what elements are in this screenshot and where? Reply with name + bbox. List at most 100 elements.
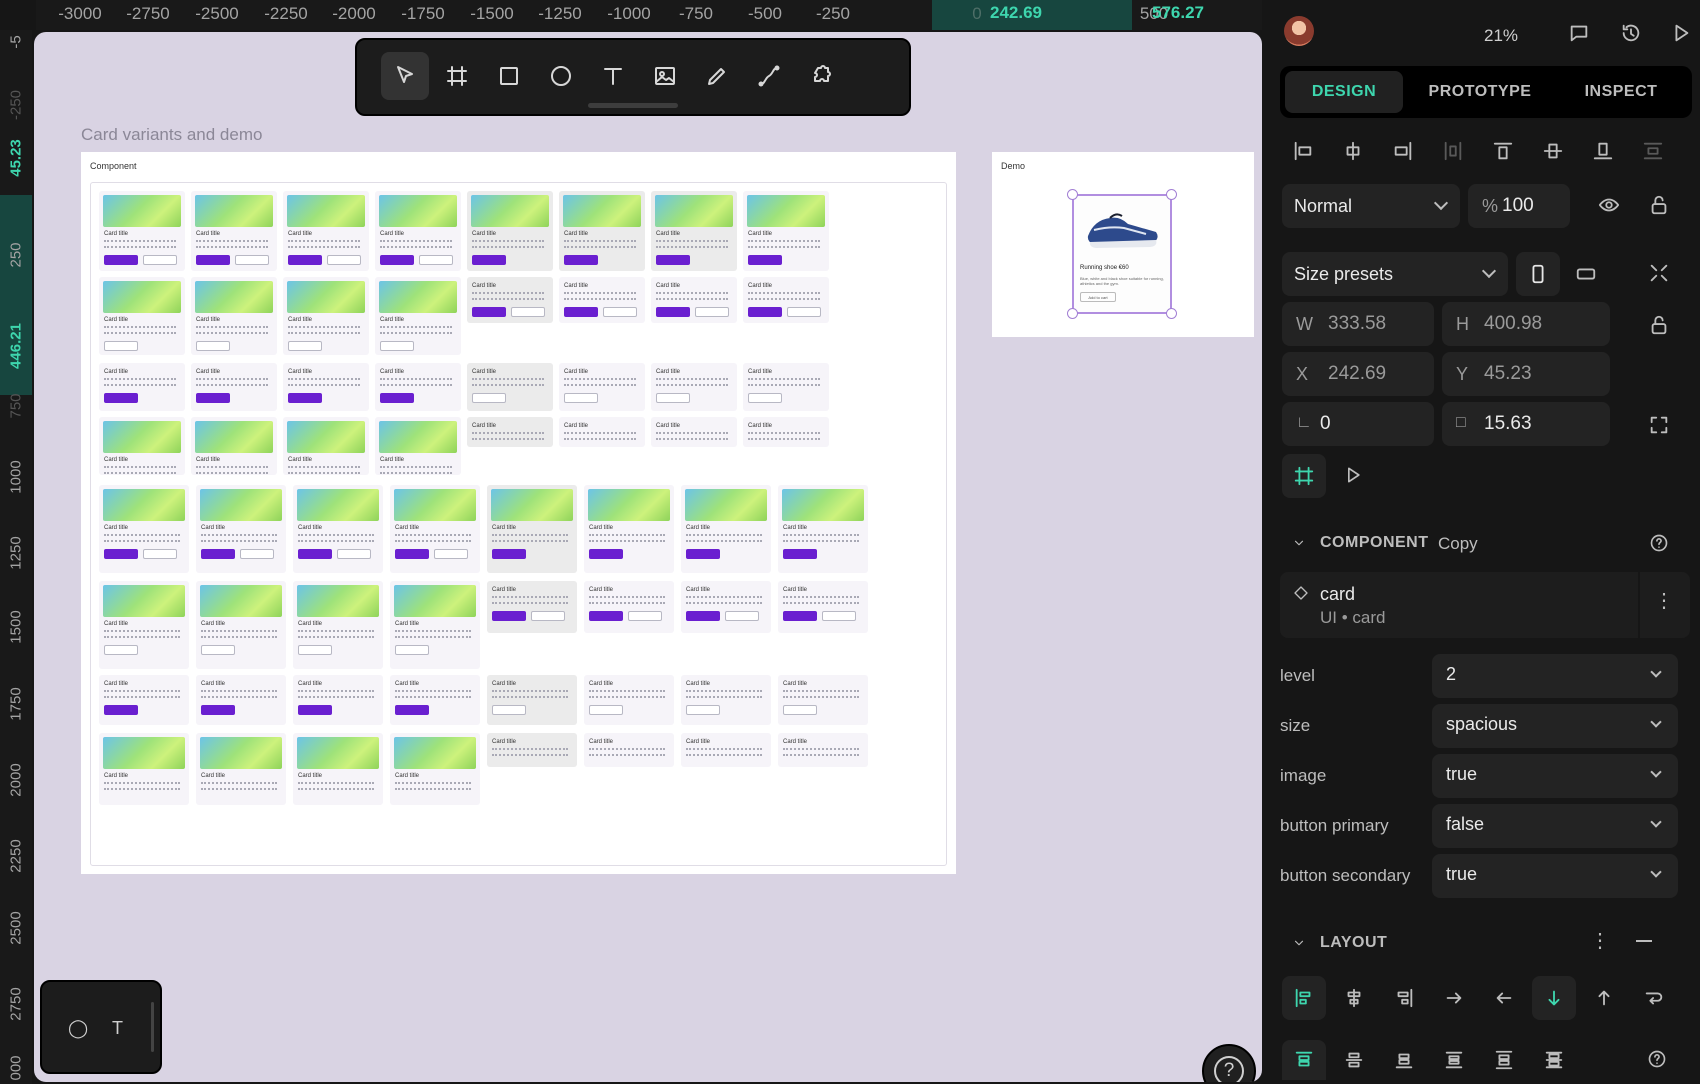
collapse-layout-icon[interactable] xyxy=(1290,934,1308,952)
size-presets-select[interactable]: Size presets xyxy=(1282,252,1508,296)
card-primary-button[interactable] xyxy=(201,549,235,559)
card-secondary-button[interactable] xyxy=(337,549,371,559)
resize-handle[interactable] xyxy=(1067,308,1078,319)
card-primary-button[interactable] xyxy=(395,549,429,559)
card-secondary-button[interactable] xyxy=(531,611,565,621)
card-variant[interactable]: Card title xyxy=(191,277,277,355)
distribute-h-icon[interactable] xyxy=(1438,136,1468,166)
card-primary-button[interactable] xyxy=(783,549,817,559)
card-primary-button[interactable] xyxy=(288,255,322,265)
card-variant[interactable]: Card title xyxy=(283,417,369,475)
justify-around-icon[interactable] xyxy=(1482,1040,1526,1080)
card-variant[interactable]: Card title xyxy=(743,363,829,411)
card-variant[interactable]: Card title xyxy=(584,485,674,573)
prop-select-level[interactable]: 2 xyxy=(1432,654,1678,698)
card-secondary-button[interactable] xyxy=(288,341,322,351)
card-primary-button[interactable] xyxy=(104,393,138,403)
fit-content-icon[interactable] xyxy=(1644,258,1674,288)
card-variant[interactable]: Card title xyxy=(778,733,868,767)
selected-demo-card[interactable]: Running shoe €60 Blue, white and black s… xyxy=(1067,189,1177,319)
add-to-cart-button[interactable]: Add to cart xyxy=(1080,292,1116,302)
card-secondary-button[interactable] xyxy=(327,255,361,265)
align-items-end-icon[interactable] xyxy=(1382,976,1426,1020)
path-tool-icon[interactable] xyxy=(745,52,793,100)
card-primary-button[interactable] xyxy=(472,255,506,265)
card-primary-button[interactable] xyxy=(380,255,414,265)
component-menu-icon[interactable]: ⋮ xyxy=(1654,588,1674,613)
card-primary-button[interactable] xyxy=(395,705,429,715)
card-variant[interactable]: Card title xyxy=(743,277,829,323)
card-secondary-button[interactable] xyxy=(725,611,759,621)
card-primary-button[interactable] xyxy=(589,549,623,559)
card-variant[interactable]: Card title xyxy=(191,363,277,411)
image-tool-icon[interactable] xyxy=(641,52,689,100)
card-variant[interactable]: Card title xyxy=(283,191,369,271)
card-variant[interactable]: Card title xyxy=(584,675,674,725)
card-variant[interactable]: Card title xyxy=(99,581,189,669)
card-variants-frame[interactable]: Card title Card title Card title Card title… xyxy=(90,182,947,866)
card-variant[interactable]: Card title xyxy=(467,191,553,271)
distribute-v-icon[interactable] xyxy=(1638,136,1668,166)
plugins-tool-icon[interactable] xyxy=(797,52,845,100)
tab-design[interactable]: DESIGN xyxy=(1285,71,1403,113)
card-variant[interactable]: Card title xyxy=(99,363,185,411)
card-secondary-button[interactable] xyxy=(201,645,235,655)
rectangle-tool-icon[interactable] xyxy=(485,52,533,100)
help-button[interactable]: ? xyxy=(1202,1044,1256,1082)
component-card[interactable]: card UI • card ⋮ xyxy=(1280,572,1690,638)
card-secondary-button[interactable] xyxy=(380,341,414,351)
card-variant[interactable]: Card title xyxy=(487,581,577,633)
prop-select-button-primary[interactable]: false xyxy=(1432,804,1678,848)
collapse-component-icon[interactable] xyxy=(1290,534,1308,552)
independent-corners-icon[interactable] xyxy=(1644,410,1674,440)
portrait-orientation-icon[interactable] xyxy=(1516,252,1560,296)
component-help-icon[interactable] xyxy=(1646,530,1672,556)
card-secondary-button[interactable] xyxy=(695,307,729,317)
resize-handle[interactable] xyxy=(1166,308,1177,319)
pencil-tool-icon[interactable] xyxy=(693,52,741,100)
card-secondary-button[interactable] xyxy=(143,549,177,559)
opacity-field[interactable]: % 100 xyxy=(1468,184,1570,228)
card-variant[interactable]: Card title xyxy=(467,363,553,411)
card-primary-button[interactable] xyxy=(104,255,138,265)
card-variant[interactable]: Card title xyxy=(390,675,480,725)
card-variant[interactable]: Card title xyxy=(681,581,771,633)
card-primary-button[interactable] xyxy=(656,307,690,317)
justify-start-icon[interactable] xyxy=(1282,1040,1326,1080)
lock-icon[interactable] xyxy=(1644,190,1674,220)
card-variant[interactable]: Card title xyxy=(375,417,461,475)
zoom-level[interactable]: 21% xyxy=(1484,26,1518,46)
card-variant[interactable]: Card title xyxy=(293,485,383,573)
card-secondary-button[interactable] xyxy=(686,705,720,715)
card-secondary-button[interactable] xyxy=(472,393,506,403)
frame-selection-icon[interactable] xyxy=(1282,454,1326,498)
card-variant[interactable]: Card title xyxy=(293,675,383,725)
comments-icon[interactable] xyxy=(1564,18,1594,48)
align-top-icon[interactable] xyxy=(1488,136,1518,166)
card-secondary-button[interactable] xyxy=(298,645,332,655)
card-secondary-button[interactable] xyxy=(235,255,269,265)
card-primary-button[interactable] xyxy=(656,255,690,265)
card-variant[interactable]: Card title xyxy=(375,363,461,411)
card-secondary-button[interactable] xyxy=(196,341,230,351)
card-variant[interactable]: Card title xyxy=(651,191,737,271)
card-secondary-button[interactable] xyxy=(104,645,138,655)
card-secondary-button[interactable] xyxy=(511,307,545,317)
wrap-icon[interactable] xyxy=(1632,976,1676,1020)
rotation-field[interactable]: ∟ 0 xyxy=(1282,402,1434,446)
card-secondary-button[interactable] xyxy=(104,341,138,351)
card-variant[interactable]: Card title xyxy=(467,417,553,447)
card-primary-button[interactable] xyxy=(380,393,414,403)
toolbar-drag-handle[interactable] xyxy=(588,103,678,108)
card-secondary-button[interactable] xyxy=(589,705,623,715)
card-primary-button[interactable] xyxy=(686,549,720,559)
remove-layout-icon[interactable] xyxy=(1636,940,1652,942)
align-bottom-icon[interactable] xyxy=(1588,136,1618,166)
card-variant[interactable]: Card title xyxy=(681,485,771,573)
card-secondary-button[interactable] xyxy=(240,549,274,559)
card-variant[interactable]: Card title xyxy=(681,675,771,725)
height-field[interactable]: H 400.98 xyxy=(1442,302,1610,346)
card-primary-button[interactable] xyxy=(472,307,506,317)
eye-icon[interactable] xyxy=(1594,190,1624,220)
direction-up-icon[interactable] xyxy=(1582,976,1626,1020)
